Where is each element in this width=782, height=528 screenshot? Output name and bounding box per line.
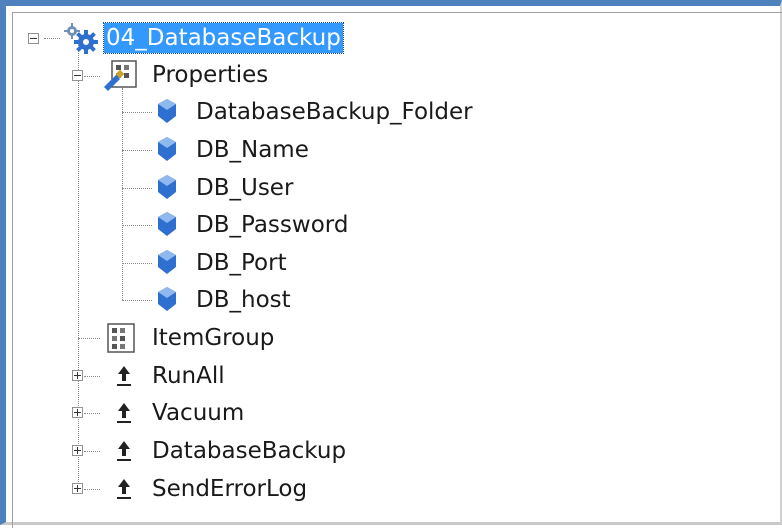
tree-node-target[interactable]: SendErrorLog bbox=[150, 474, 309, 504]
property-label: DB_host bbox=[196, 287, 291, 313]
tree-line-root-h bbox=[44, 38, 60, 39]
tree-line-item-h bbox=[122, 150, 152, 151]
tree-node-itemgroup[interactable]: ItemGroup bbox=[150, 323, 276, 353]
property-label: DB_Password bbox=[196, 212, 349, 238]
tree-node-properties-label: Properties bbox=[152, 62, 269, 88]
tree-node-property[interactable]: DB_Name bbox=[194, 135, 311, 165]
tree-line-target-h bbox=[84, 376, 100, 377]
property-group-icon bbox=[104, 60, 137, 91]
tree-node-target[interactable]: Vacuum bbox=[150, 398, 246, 428]
property-icon bbox=[158, 212, 176, 236]
target-label: RunAll bbox=[152, 363, 225, 389]
tree-node-property[interactable]: DatabaseBackup_Folder bbox=[194, 97, 475, 127]
property-icon bbox=[158, 287, 176, 311]
tree-line-item-h bbox=[122, 225, 152, 226]
tree-node-root[interactable]: 04_DatabaseBackup bbox=[103, 22, 344, 54]
expand-toggle-target[interactable] bbox=[72, 370, 83, 381]
tree-node-properties[interactable]: Properties bbox=[150, 60, 270, 90]
property-icon bbox=[158, 137, 176, 161]
property-icon bbox=[158, 99, 176, 123]
tree-line-itemgroup-h bbox=[78, 338, 100, 339]
tree-node-property[interactable]: DB_Password bbox=[194, 210, 350, 240]
project-tree: 04_DatabaseBackup Properties DatabaseBac… bbox=[0, 0, 782, 525]
tree-line-item-h bbox=[122, 188, 152, 189]
tree-line-item-h bbox=[122, 300, 152, 301]
collapse-toggle-root[interactable] bbox=[28, 33, 39, 44]
tree-line-target-h bbox=[84, 489, 100, 490]
tree-line-item-h bbox=[122, 263, 152, 264]
tree-line-target-h bbox=[84, 451, 100, 452]
property-label: DatabaseBackup_Folder bbox=[196, 99, 473, 125]
target-icon bbox=[117, 441, 131, 461]
tree-line-item-h bbox=[122, 112, 152, 113]
tree-node-target[interactable]: RunAll bbox=[150, 361, 227, 391]
target-label: SendErrorLog bbox=[152, 476, 308, 502]
property-label: DB_Port bbox=[196, 250, 287, 276]
property-label: DB_Name bbox=[196, 137, 309, 163]
tree-node-target[interactable]: DatabaseBackup bbox=[150, 436, 348, 466]
tree-node-root-label[interactable]: 04_DatabaseBackup bbox=[103, 22, 344, 54]
target-label: Vacuum bbox=[152, 400, 245, 426]
tree-line-target-h bbox=[84, 413, 100, 414]
tree-node-property[interactable]: DB_User bbox=[194, 173, 295, 203]
tree-node-itemgroup-label: ItemGroup bbox=[152, 325, 275, 351]
property-label: DB_User bbox=[196, 175, 294, 201]
property-icon bbox=[158, 250, 176, 274]
tree-line-prop-h bbox=[84, 76, 100, 77]
target-icon bbox=[117, 403, 131, 423]
target-icon bbox=[117, 479, 131, 499]
tree-node-property[interactable]: DB_host bbox=[194, 285, 293, 315]
property-icon bbox=[158, 175, 176, 199]
target-icon bbox=[117, 366, 131, 386]
target-label: DatabaseBackup bbox=[152, 438, 347, 464]
tree-node-property[interactable]: DB_Port bbox=[194, 248, 289, 278]
gears-icon bbox=[64, 23, 98, 54]
expand-toggle-target[interactable] bbox=[72, 445, 83, 456]
expand-toggle-target[interactable] bbox=[72, 407, 83, 418]
expand-toggle-target[interactable] bbox=[72, 483, 83, 494]
item-group-icon bbox=[107, 323, 135, 353]
tree-line-properties bbox=[122, 88, 123, 300]
collapse-toggle-properties[interactable] bbox=[72, 70, 83, 81]
